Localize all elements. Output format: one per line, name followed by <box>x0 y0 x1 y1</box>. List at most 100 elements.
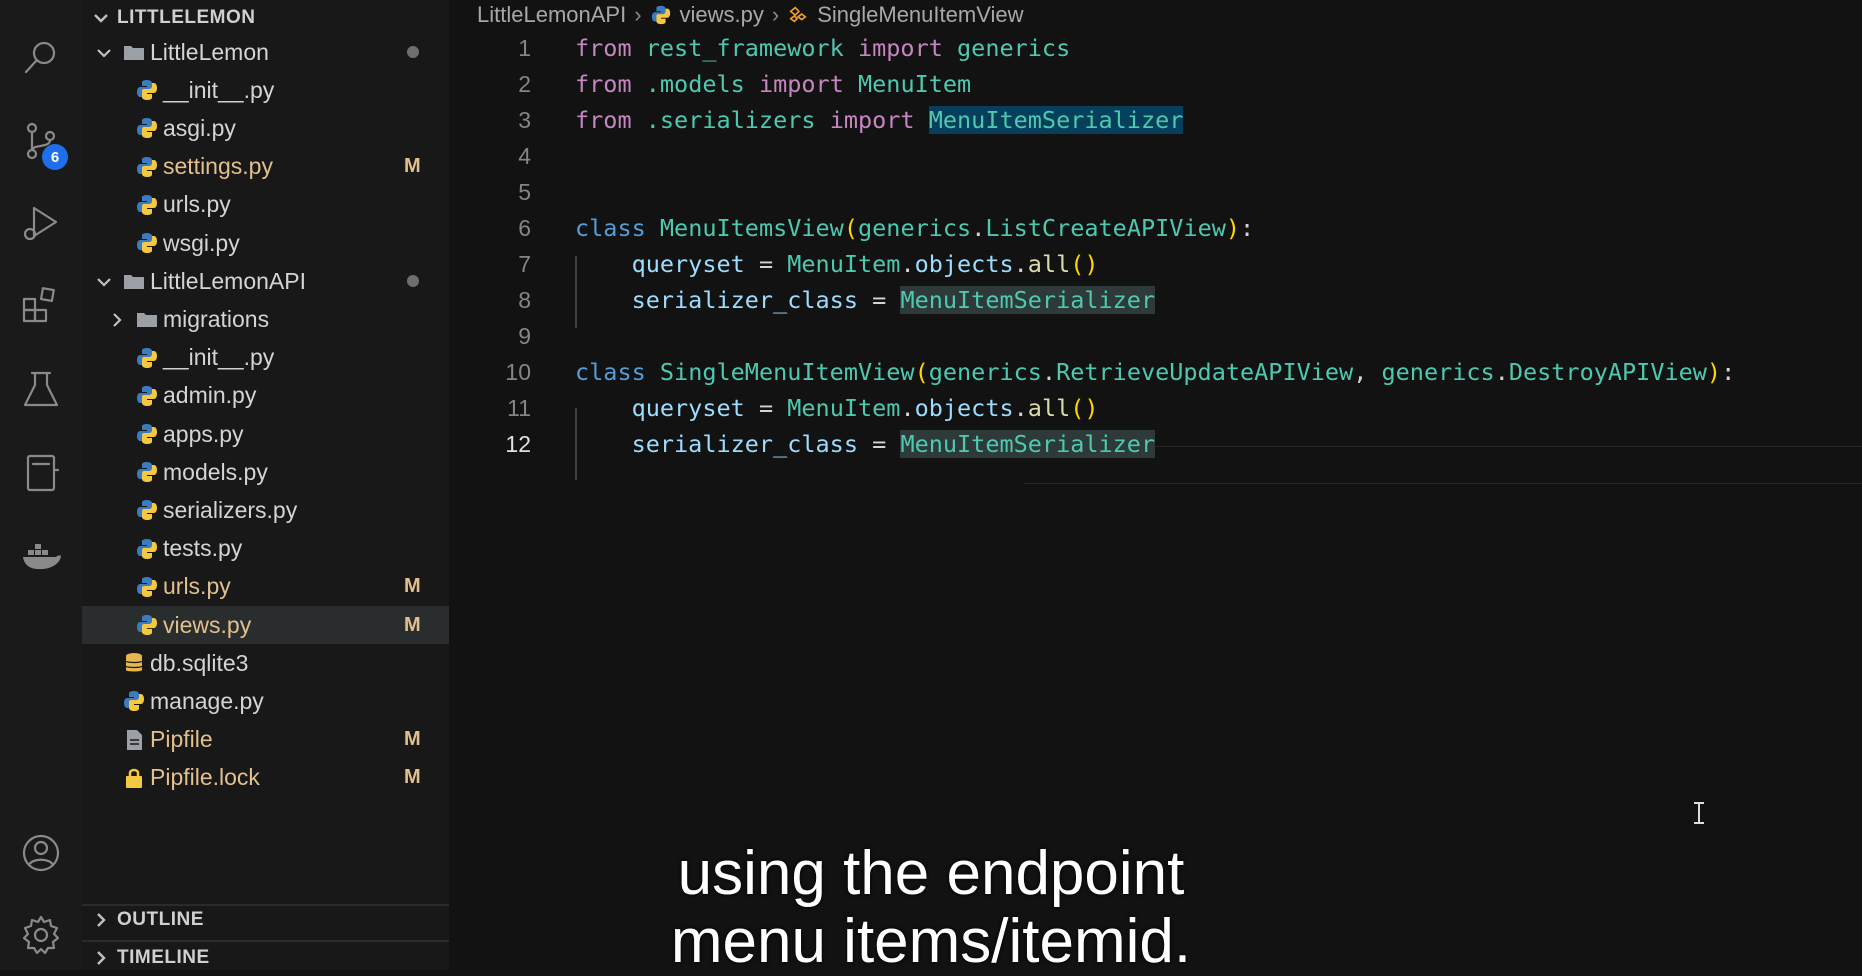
breadcrumb: LittleLemonAPI › views.py › SingleMenuIt… <box>477 0 1023 30</box>
line-number: 11 <box>507 394 531 421</box>
tree-item[interactable]: LittleLemonAPI <box>82 262 449 300</box>
class-symbol-icon <box>789 6 807 23</box>
tree-item-label: views.py <box>163 611 252 638</box>
tree-item-label: apps.py <box>163 420 244 447</box>
line-number: 10 <box>505 358 531 385</box>
explorer-root-header[interactable]: LITTLELEMON <box>82 0 449 36</box>
tree-item-label: tests.py <box>163 535 243 562</box>
tree-item[interactable]: wsgi.py <box>82 224 449 262</box>
python-file-icon <box>135 537 159 561</box>
tree-item[interactable]: LittleLemon <box>82 33 449 71</box>
explorer-root-label: LITTLELEMON <box>117 7 256 28</box>
python-file-icon <box>135 78 159 102</box>
tree-item[interactable]: serializers.py <box>82 491 449 529</box>
docker-icon[interactable] <box>18 534 64 580</box>
tree-item-label: manage.py <box>150 687 264 714</box>
notebook-icon[interactable] <box>18 450 64 496</box>
tree-item-label: db.sqlite3 <box>150 649 249 676</box>
python-file-icon <box>135 498 159 522</box>
run-debug-icon[interactable] <box>18 200 64 246</box>
breadcrumb-file[interactable]: views.py <box>680 2 764 28</box>
chevron-down-icon <box>94 42 114 62</box>
breadcrumb-folder[interactable]: LittleLemonAPI <box>477 2 626 28</box>
tree-item[interactable]: __init__.py <box>82 71 449 109</box>
database-icon <box>122 651 146 675</box>
chevron-down-icon <box>94 271 114 291</box>
tree-item[interactable]: manage.py <box>82 682 449 720</box>
line-number: 7 <box>518 250 531 277</box>
python-file-icon <box>135 384 159 408</box>
line-number: 9 <box>518 322 531 349</box>
tree-item[interactable]: Pipfile M <box>82 721 449 759</box>
tree-item[interactable]: urls.py M <box>82 568 449 606</box>
tree-item-label: __init__.py <box>163 76 275 103</box>
line-number: 4 <box>518 142 531 169</box>
python-file-icon <box>135 422 159 446</box>
tree-item[interactable]: settings.py M <box>82 148 449 186</box>
line-number: 5 <box>518 178 531 205</box>
tree-item[interactable]: migrations <box>82 300 449 338</box>
modified-status: M <box>404 728 421 751</box>
modified-dot-icon <box>407 275 419 288</box>
modified-status: M <box>404 613 421 636</box>
line-number: 3 <box>518 106 531 133</box>
subtitle-line-2: menu items/itemid. <box>670 907 1192 976</box>
tree-item-label: urls.py <box>163 573 231 600</box>
tree-item-label: __init__.py <box>163 344 275 371</box>
tree-item[interactable]: tests.py <box>82 530 449 568</box>
modified-dot-icon <box>407 46 419 58</box>
tree-item-label: Pipfile.lock <box>150 764 260 791</box>
activity-bar: 6 <box>0 0 82 970</box>
tree-item-label: LittleLemon <box>150 38 269 65</box>
python-file-icon <box>135 193 159 217</box>
python-file-icon <box>135 575 159 599</box>
tree-item-label: admin.py <box>163 382 257 409</box>
python-file-icon <box>135 116 159 140</box>
tree-item[interactable]: urls.py <box>82 186 449 224</box>
python-file-icon <box>135 155 159 179</box>
line-number: 1 <box>518 34 531 61</box>
python-file-icon <box>135 346 159 370</box>
text-cursor-icon <box>1694 802 1704 824</box>
python-file-icon <box>135 613 159 637</box>
folder-open-icon <box>122 40 146 64</box>
source-control-badge: 6 <box>42 144 68 170</box>
breadcrumb-symbol[interactable]: SingleMenuItemView <box>817 2 1023 28</box>
tree-item-label: migrations <box>163 305 270 332</box>
lock-icon <box>122 766 146 790</box>
line-number: 2 <box>518 70 531 97</box>
modified-status: M <box>404 575 421 598</box>
tree-item[interactable]: asgi.py <box>82 109 449 147</box>
explorer-panel: LITTLELEMON LittleLemon __init__.py asgi.p… <box>82 0 449 970</box>
chevron-right-icon: › <box>771 2 780 27</box>
chevron-right-icon <box>107 309 127 329</box>
tree-item[interactable]: admin.py <box>82 377 449 415</box>
modified-status: M <box>404 155 421 178</box>
tree-item[interactable]: views.py M <box>82 606 449 644</box>
tree-item-label: settings.py <box>163 153 273 180</box>
chevron-down-icon <box>92 9 110 27</box>
tree-item-label: models.py <box>163 458 268 485</box>
tree-item-label: urls.py <box>163 191 231 218</box>
tree-item[interactable]: __init__.py <box>82 339 449 377</box>
python-file-icon <box>651 5 670 25</box>
modified-status: M <box>404 766 421 789</box>
python-file-icon <box>122 689 146 713</box>
tree-item[interactable]: models.py <box>82 453 449 491</box>
folder-open-icon <box>122 269 146 293</box>
folder-icon <box>135 307 159 331</box>
search-icon[interactable] <box>18 34 64 80</box>
subtitle-line-1: using the endpoint <box>677 839 1185 908</box>
tree-item-label: asgi.py <box>163 114 236 141</box>
tree-item[interactable]: db.sqlite3 <box>82 644 449 682</box>
extensions-icon[interactable] <box>18 283 64 329</box>
testing-icon[interactable] <box>18 367 64 413</box>
tree-item[interactable]: Pipfile.lock M <box>82 759 449 797</box>
code-lines[interactable]: 1 from rest_framework import generics 2 … <box>449 30 1862 970</box>
line-number: 6 <box>518 214 531 241</box>
tree-item-label: wsgi.py <box>163 229 240 256</box>
line-number: 12 <box>505 430 531 457</box>
tree-item-label: Pipfile <box>150 726 213 753</box>
tree-item[interactable]: apps.py <box>82 415 449 453</box>
python-file-icon <box>135 231 159 255</box>
